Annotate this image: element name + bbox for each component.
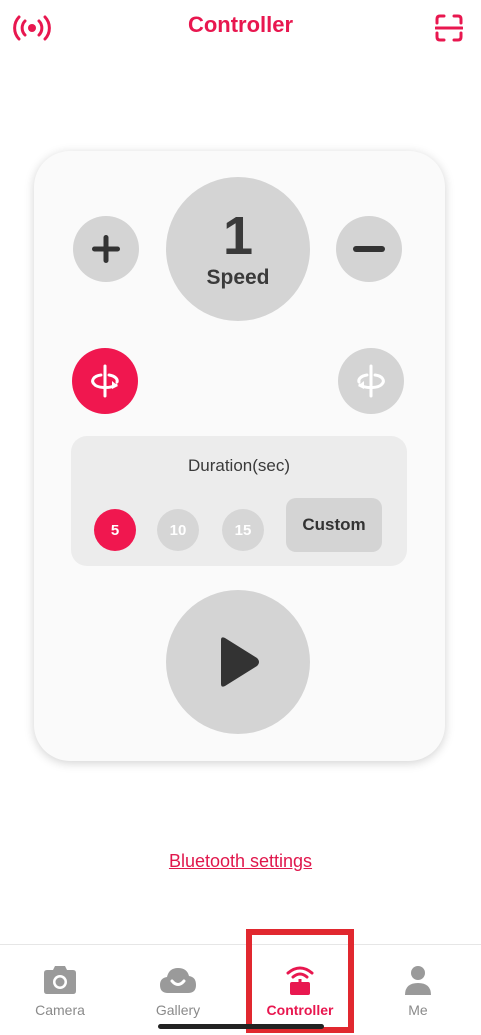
duration-option-5[interactable]: 5 — [94, 509, 136, 551]
tab-camera-label: Camera — [35, 1002, 85, 1018]
plus-icon — [92, 235, 120, 263]
speed-decrease-button[interactable] — [336, 216, 402, 282]
tab-controller-label: Controller — [266, 1002, 334, 1018]
rotate-counterclockwise-icon — [357, 364, 385, 398]
rotate-clockwise-button[interactable] — [72, 348, 138, 414]
controller-icon — [286, 966, 314, 995]
app-header: Controller — [0, 0, 481, 60]
bluetooth-settings-link[interactable]: Bluetooth settings — [0, 851, 481, 872]
scan-button[interactable] — [425, 8, 473, 48]
bottom-tab-bar: Camera Gallery Controller Me — [0, 944, 481, 1035]
speed-value: 1 — [222, 206, 254, 266]
speed-label: Speed — [206, 266, 270, 289]
page-title: Controller — [187, 12, 294, 37]
tab-me-label: Me — [408, 1002, 428, 1018]
duration-panel: Duration(sec) 5 10 15 Custom — [71, 436, 407, 566]
home-indicator — [158, 1024, 324, 1029]
rotate-counterclockwise-button[interactable] — [338, 348, 404, 414]
tab-me[interactable]: Me — [358, 945, 478, 1035]
scan-icon — [435, 14, 463, 42]
camera-icon — [44, 966, 76, 994]
speed-display: 1 Speed — [166, 177, 310, 321]
tab-controller[interactable]: Controller — [240, 945, 360, 1035]
play-button[interactable] — [166, 590, 310, 734]
controller-card: 1 Speed Duration(sec) 5 10 15 Custom — [34, 151, 445, 761]
duration-option-10[interactable]: 10 — [157, 509, 199, 551]
person-icon — [405, 966, 431, 995]
rotate-clockwise-icon — [91, 364, 119, 398]
play-icon — [221, 637, 259, 687]
tab-gallery-label: Gallery — [155, 1002, 201, 1018]
duration-custom-button[interactable]: Custom — [286, 498, 382, 552]
duration-title: Duration(sec) — [187, 456, 291, 475]
tab-camera[interactable]: Camera — [0, 945, 120, 1035]
tab-gallery[interactable]: Gallery — [118, 945, 238, 1035]
cloud-gallery-icon — [160, 968, 196, 993]
speed-increase-button[interactable] — [73, 216, 139, 282]
duration-option-15[interactable]: 15 — [222, 509, 264, 551]
minus-icon — [353, 246, 385, 252]
